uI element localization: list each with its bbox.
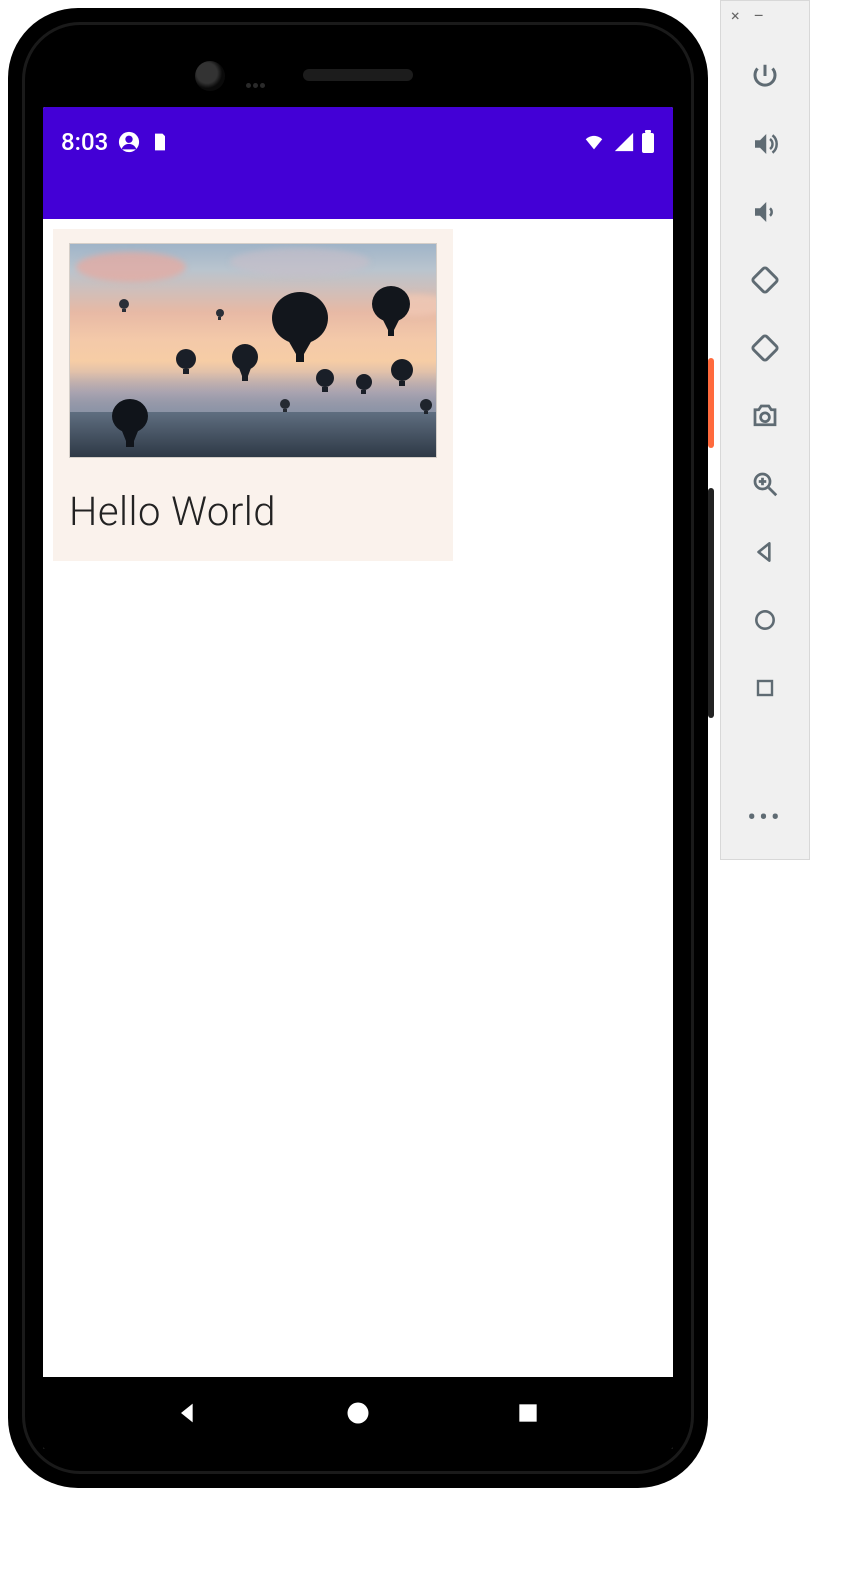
wifi-icon [581, 131, 607, 153]
emulator-toolbar: × – ••• [720, 0, 810, 860]
volume-down-icon[interactable] [748, 195, 782, 229]
device-power-button [708, 358, 714, 448]
more-icon[interactable]: ••• [747, 783, 782, 859]
home-icon[interactable] [748, 603, 782, 637]
device-camera [195, 61, 225, 91]
card-image [69, 243, 437, 458]
window-minimize-button[interactable]: – [754, 6, 765, 25]
nav-recent-button[interactable] [510, 1395, 546, 1431]
device-frame: 8:03 [8, 8, 708, 1488]
device-speaker [303, 69, 413, 81]
app-content: Hello World [43, 219, 673, 1377]
overview-icon[interactable] [748, 671, 782, 705]
power-icon[interactable] [748, 59, 782, 93]
card-title: Hello World [69, 488, 437, 535]
volume-up-icon[interactable] [748, 127, 782, 161]
app-bar [43, 177, 673, 219]
device-bezel: 8:03 [22, 22, 694, 1474]
navigation-bar [43, 1377, 673, 1449]
cell-signal-icon [613, 131, 635, 153]
device-screen: 8:03 [43, 107, 673, 1449]
device-sensors [245, 73, 285, 92]
nav-back-button[interactable] [170, 1395, 206, 1431]
device-volume-button [708, 488, 714, 718]
nav-home-button[interactable] [340, 1395, 376, 1431]
camera-icon[interactable] [748, 399, 782, 433]
zoom-icon[interactable] [748, 467, 782, 501]
sd-card-icon [150, 131, 170, 153]
profile-icon [118, 131, 140, 153]
status-time: 8:03 [61, 128, 108, 156]
back-icon[interactable] [748, 535, 782, 569]
battery-icon [641, 130, 655, 154]
rotate-left-icon[interactable] [748, 263, 782, 297]
rotate-right-icon[interactable] [748, 331, 782, 365]
emulator-titlebar: × – [721, 1, 809, 29]
status-bar: 8:03 [43, 107, 673, 177]
window-close-button[interactable]: × [731, 6, 740, 25]
card[interactable]: Hello World [53, 229, 453, 561]
